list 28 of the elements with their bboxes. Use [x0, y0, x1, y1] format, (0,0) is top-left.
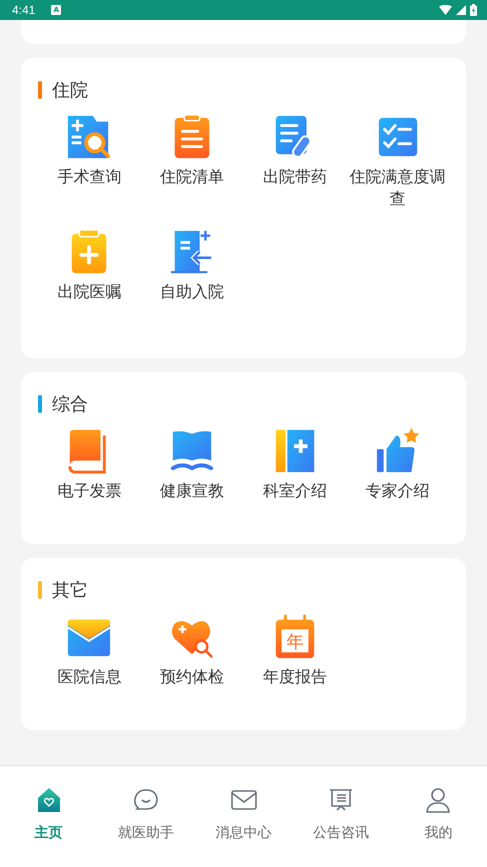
nav-tab[interactable]: 主页	[0, 786, 98, 867]
folder-search-icon[interactable]	[66, 114, 112, 160]
menu-label[interactable]: 年度报告	[262, 666, 327, 688]
menu-label[interactable]: 住院满意度调查	[348, 166, 448, 210]
menu-label[interactable]: 住院清单	[160, 166, 224, 188]
person-icon	[424, 786, 452, 814]
menu-label[interactable]: 自助入院	[160, 281, 224, 303]
nav-tab[interactable]: 消息中心	[194, 786, 292, 867]
section-title: 其它	[52, 579, 88, 602]
menu-label[interactable]: 科室介绍	[262, 480, 327, 502]
thumbs-up-icon[interactable]	[374, 428, 421, 474]
nav-tab[interactable]: 公告咨讯	[292, 786, 390, 867]
battery-icon	[470, 4, 477, 16]
menu-label[interactable]: 专家介绍	[366, 480, 430, 502]
signal-icon	[456, 5, 466, 15]
section-title: 综合	[52, 393, 88, 416]
menu-label[interactable]: 电子发票	[57, 480, 122, 502]
menu-label[interactable]: 手术查询	[57, 166, 122, 188]
section-title: 住院	[52, 79, 88, 102]
status-time: 4:41	[12, 3, 36, 17]
menu-label[interactable]: 出院医嘱	[57, 281, 122, 303]
menu-label[interactable]: 预约体检	[160, 666, 224, 688]
menu-label[interactable]: 健康宣教	[160, 480, 224, 502]
nav-tab[interactable]: 我的	[390, 786, 487, 867]
menu-label[interactable]: 出院带药	[262, 166, 327, 188]
menu-label[interactable]: 医院信息	[57, 666, 122, 688]
nav-tab[interactable]: 就医助手	[97, 786, 195, 867]
wifi-icon	[439, 5, 452, 15]
